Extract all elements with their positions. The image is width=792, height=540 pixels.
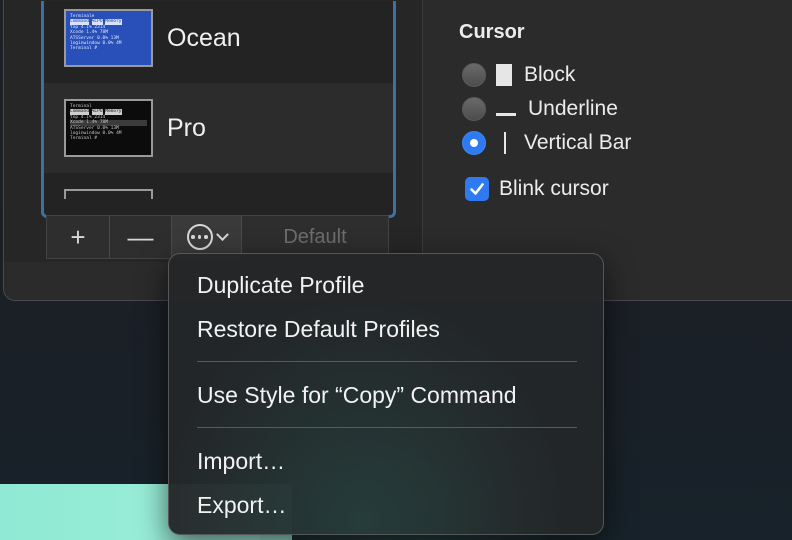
preview-cell: Xcode (70, 30, 84, 36)
add-profile-button[interactable]: + (47, 216, 110, 258)
preview-cell: 0.0% (97, 35, 108, 41)
ellipsis-circle-icon (186, 224, 213, 250)
radio-button[interactable] (462, 97, 486, 121)
radio-button[interactable] (462, 63, 486, 87)
more-actions-menu: Duplicate Profile Restore Default Profil… (168, 253, 604, 535)
preview-cell: Xcode (70, 120, 84, 126)
menu-item-restore-default-profiles[interactable]: Restore Default Profiles (197, 316, 440, 343)
cursor-option-label: Underline (528, 97, 618, 120)
default-button[interactable]: Default (242, 216, 388, 258)
cursor-section-title: Cursor (459, 21, 525, 43)
menu-item-use-style-for-copy[interactable]: Use Style for “Copy” Command (197, 382, 517, 409)
preview-cell: 78M (99, 30, 108, 36)
cursor-option-block[interactable]: Block (462, 63, 575, 87)
next-profile-thumbnail[interactable] (64, 189, 153, 199)
profile-name: Ocean (167, 23, 241, 52)
menu-item-export[interactable]: Export… (197, 492, 286, 519)
more-actions-button[interactable] (172, 216, 242, 258)
preview-prompt: Terminal # (70, 136, 98, 142)
blink-cursor-checkbox[interactable] (465, 177, 489, 201)
pro-preview-thumbnail: Terminal Command %CPU Memory top 4.1% 23… (64, 99, 153, 157)
preview-header-cell: Memory (105, 109, 122, 115)
profile-row-ocean[interactable]: Terminale Command %CPU Memory top 4.1% 2… (44, 1, 393, 83)
cursor-option-vertical-bar[interactable]: Vertical Bar (462, 131, 631, 155)
menu-separator (197, 427, 577, 428)
preview-cell: ATSServer (70, 125, 95, 131)
blink-cursor-checkbox-row[interactable]: Blink cursor (465, 177, 609, 201)
chevron-down-icon (215, 227, 229, 241)
preview-cell: 13M (110, 125, 119, 131)
preview-cell: 4M (116, 41, 122, 47)
menu-separator (197, 361, 577, 362)
profile-list[interactable]: Terminale Command %CPU Memory top 4.1% 2… (41, 1, 396, 218)
preview-cell: 1.4% (86, 30, 98, 36)
menu-item-duplicate-profile[interactable]: Duplicate Profile (197, 272, 364, 299)
preview-cell: 0.0% (102, 41, 114, 47)
block-cursor-icon (496, 64, 512, 86)
vertical-bar-cursor-icon (504, 132, 506, 154)
preview-cell: 1.4% (86, 120, 98, 126)
preview-prompt: Terminal # (70, 46, 98, 52)
profile-row-pro[interactable]: Terminal Command %CPU Memory top 4.1% 23… (44, 83, 393, 173)
preview-header-cell: Memory (105, 19, 122, 25)
preview-cell: 0.0% (97, 125, 108, 131)
checkmark-icon (470, 183, 484, 195)
preview-cell: 4M (116, 131, 122, 137)
blink-cursor-label: Blink cursor (499, 177, 609, 200)
cursor-option-underline[interactable]: Underline (462, 97, 618, 121)
profile-name: Pro (167, 113, 206, 142)
remove-profile-button[interactable]: — (110, 216, 172, 258)
preview-cell: 13M (110, 35, 119, 41)
menu-item-import[interactable]: Import… (197, 448, 285, 475)
ocean-preview-thumbnail: Terminale Command %CPU Memory top 4.1% 2… (64, 9, 153, 67)
cursor-option-label: Block (524, 63, 576, 86)
underline-cursor-icon (496, 113, 516, 116)
radio-button-selected[interactable] (462, 131, 486, 155)
preview-cell: 0.0% (102, 131, 114, 137)
cursor-option-label: Vertical Bar (524, 131, 632, 154)
preview-cell: ATSServer (70, 35, 95, 41)
preview-cell: 78M (99, 120, 108, 126)
